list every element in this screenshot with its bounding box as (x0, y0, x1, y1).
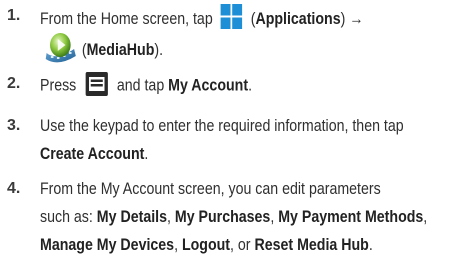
period: . (368, 236, 373, 254)
my-details-label: My Details (96, 208, 167, 226)
instruction-steps: 1. From the Home screen, tap (Applicatio… (0, 0, 471, 263)
logout-label: Logout (181, 236, 231, 254)
manage-my-devices-label: Manage My Devices (40, 236, 175, 254)
step-text: Press (40, 76, 77, 95)
separator: , (166, 208, 175, 226)
reset-media-hub-label: Reset Media Hub (254, 236, 369, 254)
step-1-line-1: From the Home screen, tap (Applications)… (40, 3, 364, 33)
applications-grid-icon (220, 3, 244, 30)
my-payment-methods-label: My Payment Methods (278, 208, 424, 226)
separator: , (423, 208, 428, 226)
step-text: From the Home screen, tap (40, 9, 213, 28)
step-4-line-2: such as: My Details, My Purchases, My Pa… (40, 207, 427, 227)
create-account-label: Create Account (40, 145, 145, 163)
separator: , (270, 208, 279, 226)
step-4-line-3: Manage My Devices, Logout, or Reset Medi… (40, 235, 373, 255)
period: . (144, 145, 149, 163)
paren-close: ). (154, 40, 164, 59)
step-text: Use the keypad to enter the required inf… (40, 117, 404, 135)
menu-key-icon (85, 72, 108, 96)
mediahub-icon (44, 31, 77, 64)
step-number: 2. (7, 75, 21, 92)
period: . (248, 76, 253, 95)
step-2-line-1: Press and tap My Account. (40, 72, 253, 98)
separator: , (174, 236, 182, 254)
step-number: 3. (7, 117, 21, 134)
step-text: From the My Account screen, you can edit… (40, 180, 381, 198)
step-text: such as: (40, 208, 97, 226)
separator: , or (230, 236, 255, 254)
arrow-text: ) → (340, 9, 364, 28)
step-1-line-2: (MediaHub). (44, 31, 164, 67)
step-number: 4. (7, 180, 21, 197)
step-3-line-1: Use the keypad to enter the required inf… (40, 116, 404, 136)
my-purchases-label: My Purchases (174, 208, 271, 226)
step-3-line-2: Create Account. (40, 144, 148, 164)
step-text: and tap (116, 76, 165, 95)
my-account-label: My Account (168, 76, 249, 95)
applications-label: Applications (255, 9, 341, 28)
step-4-line-1: From the My Account screen, you can edit… (40, 179, 381, 199)
mediahub-label: MediaHub (86, 40, 155, 59)
step-number: 1. (7, 7, 21, 24)
